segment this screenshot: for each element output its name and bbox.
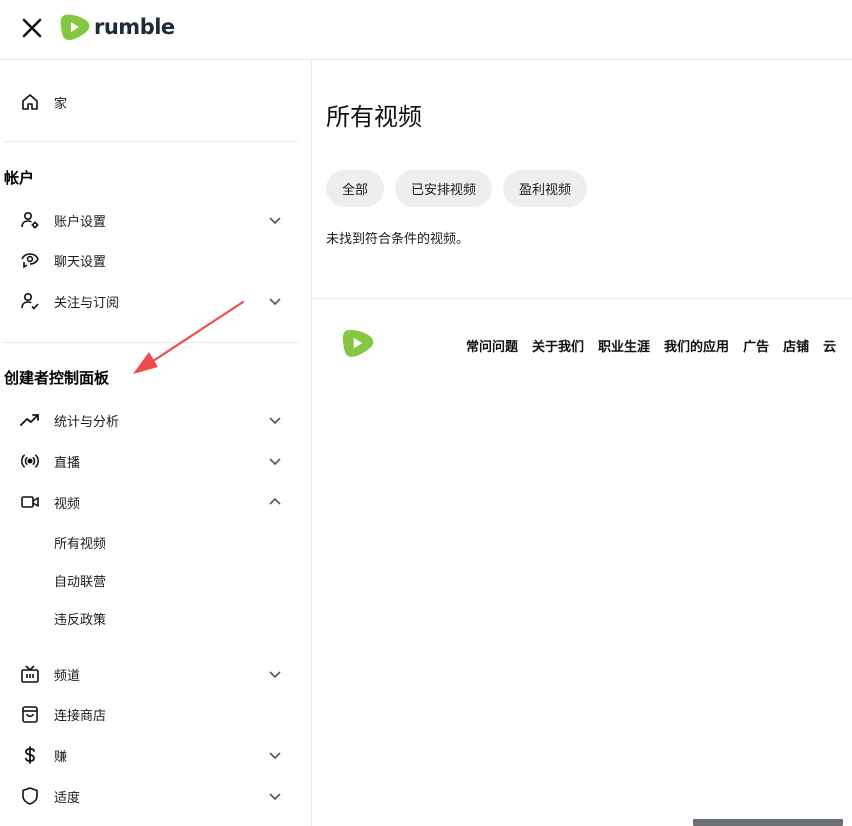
sidebar-item-label: 统计与分析 [54, 414, 120, 430]
chevron-down-icon[interactable] [266, 211, 284, 229]
home-icon [20, 92, 40, 112]
sidebar-item-chat-settings[interactable]: 聊天设置 [0, 242, 300, 278]
footer-link-faq[interactable]: 常问问题 [466, 336, 518, 355]
video-camera-icon [20, 492, 40, 512]
sidebar-subitem-all-videos[interactable]: 所有视频 [54, 527, 106, 557]
filter-chip-scheduled[interactable]: 已安排视频 [395, 170, 493, 207]
sidebar-item-follows-subscriptions[interactable]: 关注与订阅 [0, 283, 300, 319]
sidebar-item-live[interactable]: 直播 [0, 443, 300, 479]
logo-text: rumble [94, 15, 175, 39]
sidebar-item-label: 赚 [54, 749, 68, 765]
divider [4, 342, 298, 343]
page-title: 所有视频 [326, 103, 422, 131]
sidebar-item-stats-analytics[interactable]: 统计与分析 [0, 402, 300, 438]
sidebar-item-account-settings[interactable]: 账户设置 [0, 202, 300, 238]
filter-chips: 全部 已安排视频 盈利视频 [326, 170, 588, 207]
sidebar-item-label: 频道 [54, 668, 81, 684]
section-title-account: 帐户 [4, 169, 35, 187]
dollar-icon [20, 745, 40, 765]
sidebar-item-connect-store[interactable]: 连接商店 [0, 696, 300, 732]
chevron-down-icon[interactable] [266, 787, 284, 805]
sidebar-item-label: 家 [54, 96, 68, 112]
sidebar-item-label: 聊天设置 [54, 254, 107, 270]
sidebar-item-label: 直播 [54, 455, 81, 471]
top-header: rumble [0, 0, 852, 60]
sidebar-item-moderation[interactable]: 适度 [0, 778, 300, 814]
footer-link-about[interactable]: 关于我们 [532, 336, 584, 355]
shield-icon [20, 786, 40, 806]
close-icon[interactable] [18, 14, 46, 42]
user-gear-icon [20, 210, 40, 230]
filter-chip-all[interactable]: 全部 [326, 170, 385, 207]
footer-link-store[interactable]: 店铺 [783, 336, 809, 355]
sidebar-subitem-policy-violations[interactable]: 违反政策 [54, 603, 106, 633]
rumble-logo[interactable]: rumble [58, 10, 175, 44]
footer-link-apps[interactable]: 我们的应用 [664, 336, 729, 355]
sidebar-item-label: 视频 [54, 496, 81, 512]
footer-rumble-logo-icon[interactable] [340, 325, 376, 361]
sidebar-item-label: 关注与订阅 [54, 295, 120, 311]
sidebar-item-videos[interactable]: 视频 [0, 484, 300, 520]
chevron-down-icon[interactable] [266, 452, 284, 470]
horizontal-scrollbar[interactable] [693, 819, 843, 826]
divider [4, 141, 298, 142]
divider [313, 298, 852, 299]
filter-chip-monetized[interactable]: 盈利视频 [503, 170, 588, 207]
user-check-icon [20, 291, 40, 311]
chevron-down-icon[interactable] [266, 411, 284, 429]
sidebar: 家 帐户 账户设置 聊天设置 关注与订阅 创建者控制面板 统计与分析 直播 视频… [0, 61, 312, 826]
footer-link-advertising[interactable]: 广告 [743, 336, 769, 355]
chevron-down-icon[interactable] [266, 746, 284, 764]
sidebar-item-earn[interactable]: 赚 [0, 737, 300, 773]
eye-chat-icon [20, 250, 40, 270]
sidebar-item-channels[interactable]: 频道 [0, 656, 300, 692]
sidebar-item-label: 适度 [54, 790, 81, 806]
rumble-logo-icon [58, 10, 92, 44]
empty-state-message: 未找到符合条件的视频。 [326, 232, 470, 247]
chevron-down-icon[interactable] [266, 292, 284, 310]
sidebar-item-home[interactable]: 家 [0, 84, 300, 120]
sidebar-item-label: 连接商店 [54, 708, 107, 724]
tv-icon [20, 664, 40, 684]
footer-link-careers[interactable]: 职业生涯 [598, 336, 650, 355]
trending-up-icon [20, 410, 40, 430]
sidebar-item-label: 账户设置 [54, 214, 107, 230]
chevron-down-icon[interactable] [266, 665, 284, 683]
section-title-creator-dashboard: 创建者控制面板 [4, 369, 110, 387]
footer-link-cloud[interactable]: 云 [823, 336, 836, 355]
footer-links: 常问问题 关于我们 职业生涯 我们的应用 广告 店铺 云 [466, 336, 836, 355]
main-content: 所有视频 全部 已安排视频 盈利视频 未找到符合条件的视频。 常问问题 关于我们… [313, 61, 852, 826]
shopping-bag-icon [20, 704, 40, 724]
sidebar-subitem-auto-affiliate[interactable]: 自动联营 [54, 565, 106, 595]
broadcast-icon [20, 451, 40, 471]
chevron-up-icon[interactable] [266, 493, 284, 511]
